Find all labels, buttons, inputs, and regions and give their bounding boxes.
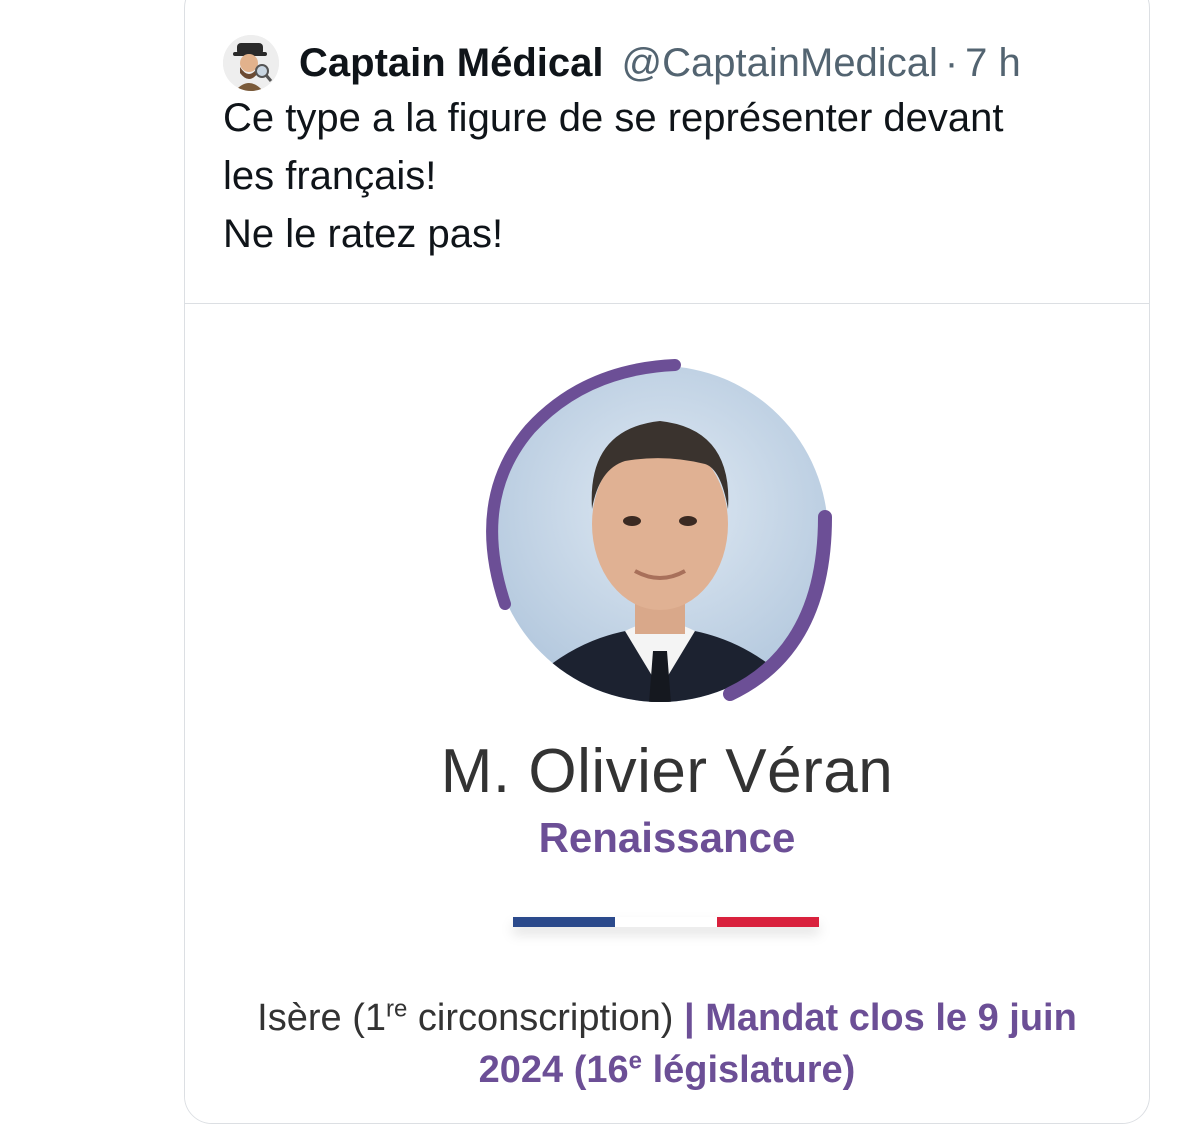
tweet-text-line: les français! (223, 154, 437, 198)
mandate-leg-sup: e (628, 1047, 643, 1075)
flag-blue (513, 917, 615, 927)
mandate-info: Isère (1re circonscription) | Mandat clo… (185, 992, 1149, 1096)
tweet-timestamp[interactable]: 7 h (965, 41, 1021, 86)
quoted-tweet-card[interactable]: Captain Médical @CaptainMedical · 7 h Ce… (184, 0, 1150, 1124)
mandate-line-1: Isère (1re circonscription) | Mandat clo… (185, 992, 1149, 1044)
tricolor-bar (513, 917, 819, 927)
tweet-header: Captain Médical @CaptainMedical · 7 h (223, 35, 1021, 91)
mandate-department: Isère (1 (257, 997, 386, 1039)
tweet-text: Ce type a la figure de se représenter de… (223, 89, 1123, 263)
attached-image[interactable]: M. Olivier Véran Renaissance Isère (1re … (185, 304, 1149, 1123)
header-separator: · (944, 40, 959, 85)
mandate-line-2: 2024 (16e législature) (185, 1044, 1149, 1096)
tweet-text-line: Ne le ratez pas! (223, 212, 504, 256)
mandate-pipe: | (683, 997, 706, 1039)
party-name: Renaissance (538, 814, 796, 861)
flag-white (615, 917, 717, 927)
person-name: M. Olivier Véran (440, 737, 894, 806)
flag-red (717, 917, 819, 927)
mandate-circ-sup: re (386, 995, 408, 1023)
tweet-text-line: Ce type a la figure de se représenter de… (223, 96, 1004, 140)
mandate-leg-text: législature) (642, 1049, 856, 1091)
author-avatar[interactable] (223, 35, 279, 91)
author-display-name[interactable]: Captain Médical (299, 41, 604, 86)
author-handle[interactable]: @CaptainMedical (622, 41, 938, 86)
portrait-photo-icon (486, 359, 832, 702)
mandate-status: Mandat clos le 9 juin (705, 997, 1077, 1039)
mandate-circ-text: circonscription) (407, 997, 684, 1039)
mandate-year: 2024 (16 (478, 1049, 629, 1091)
avatar-illustration-icon (223, 35, 279, 91)
